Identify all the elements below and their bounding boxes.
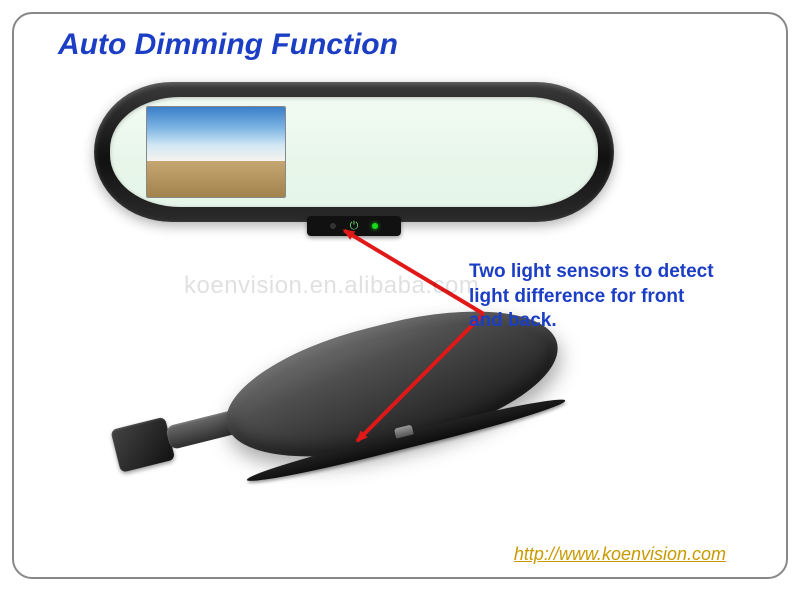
embedded-display [146,106,286,198]
mirror-front-view: ⏻ [94,82,614,242]
display-ground [147,161,285,197]
status-led [372,223,378,229]
mirror-glass [110,97,599,206]
content-frame: Auto Dimming Function ⏻ [12,12,788,579]
footer-link[interactable]: http://www.koenvision.com [514,544,726,565]
mount-bracket [110,399,245,475]
mount-clip [110,417,175,473]
page-title: Auto Dimming Function [58,28,398,62]
sensor-annotation: Two light sensors to detect light differ… [469,260,719,334]
power-icon: ⏻ [350,221,359,232]
front-sensor-dot [330,223,336,229]
display-sky [147,107,285,161]
mirror-controls: ⏻ [307,216,401,236]
mirror-front-bezel: ⏻ [94,82,614,222]
watermark-text: koenvision.en.alibaba.com [184,272,479,300]
mirror-back-rim [245,393,567,488]
